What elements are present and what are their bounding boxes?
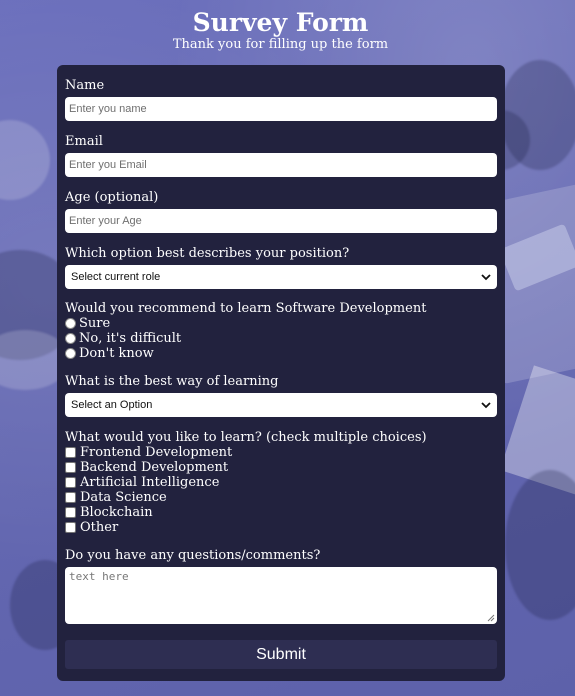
radio-option[interactable]: Don't know — [65, 346, 154, 361]
name-input[interactable] — [65, 97, 497, 121]
checkbox-option-label: Frontend Development — [80, 445, 233, 460]
role-label: Which option best describes your positio… — [65, 246, 350, 261]
checkbox-option-label: Other — [80, 520, 119, 535]
checkbox-option[interactable]: Other — [65, 520, 118, 535]
checkbox[interactable] — [65, 477, 76, 488]
checkbox-option[interactable]: Backend Development — [65, 460, 228, 475]
email-input[interactable] — [65, 153, 497, 177]
checkbox[interactable] — [65, 447, 76, 458]
comments-label: Do you have any questions/comments? — [65, 548, 321, 563]
page-header: Survey Form Thank you for filling up the… — [0, 8, 561, 52]
radio-option-label: No, it's difficult — [79, 331, 182, 346]
resize-grip-icon[interactable] — [487, 614, 495, 622]
submit-button[interactable]: Submit — [65, 640, 497, 669]
checkbox-option[interactable]: Data Science — [65, 490, 167, 505]
page-subtitle: Thank you for filling up the form — [172, 37, 389, 52]
checkbox[interactable] — [65, 507, 76, 518]
learning-way-label: What is the best way of learning — [65, 374, 279, 389]
chevron-down-icon — [481, 402, 491, 409]
radio-option[interactable]: No, it's difficult — [65, 331, 181, 346]
radio-button[interactable] — [65, 318, 76, 329]
age-label: Age (optional) — [65, 190, 159, 205]
checkbox[interactable] — [65, 462, 76, 473]
checkbox-option-label: Backend Development — [80, 460, 229, 475]
checkbox-option-label: Data Science — [80, 490, 167, 505]
checkbox-option[interactable]: Frontend Development — [65, 445, 232, 460]
email-label: Email — [65, 134, 103, 149]
learning-way-select[interactable]: Select an Option — [65, 393, 497, 417]
survey-form: Name Email Age (optional) Which option b… — [57, 65, 505, 681]
radio-option-label: Don't know — [79, 346, 154, 361]
age-input[interactable] — [65, 209, 497, 233]
checkbox-option[interactable]: Blockchain — [65, 505, 153, 520]
name-label: Name — [65, 78, 105, 93]
recommend-label: Would you recommend to learn Software De… — [65, 301, 427, 316]
radio-button[interactable] — [65, 333, 76, 344]
radio-button[interactable] — [65, 348, 76, 359]
checkbox-option-label: Blockchain — [80, 505, 153, 520]
checkbox-option-label: Artificial Intelligence — [80, 475, 220, 490]
radio-option[interactable]: Sure — [65, 316, 110, 331]
learning-way-select-value: Select an Option — [71, 399, 153, 411]
role-select-value: Select current role — [71, 271, 161, 283]
chevron-down-icon — [481, 274, 491, 281]
checkbox[interactable] — [65, 522, 76, 533]
checkbox-option[interactable]: Artificial Intelligence — [65, 475, 219, 490]
role-select[interactable]: Select current role — [65, 265, 497, 289]
page-title: Survey Form — [192, 8, 369, 37]
radio-option-label: Sure — [79, 316, 111, 331]
checkbox[interactable] — [65, 492, 76, 503]
interests-label: What would you like to learn? (check mul… — [65, 430, 427, 445]
comments-textarea[interactable] — [65, 567, 497, 624]
